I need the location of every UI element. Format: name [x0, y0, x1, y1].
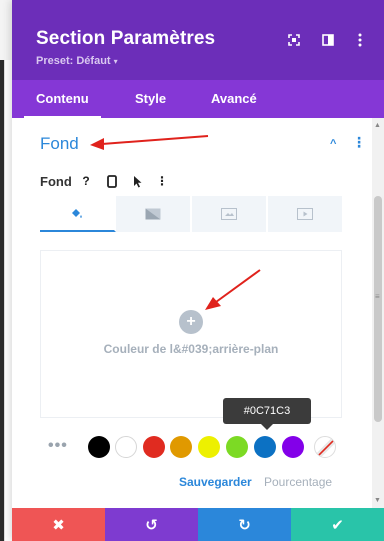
- split-view-icon[interactable]: [320, 32, 336, 48]
- chevron-up-icon[interactable]: ^: [330, 138, 336, 150]
- cancel-button[interactable]: ✖: [12, 508, 105, 541]
- modal-title: Section Paramètres: [36, 28, 216, 49]
- background-type-tabs: [40, 196, 342, 232]
- gradient-icon[interactable]: [116, 196, 192, 232]
- save-color-link[interactable]: Sauvegarder: [179, 475, 252, 489]
- redo-button[interactable]: ↻: [198, 508, 291, 541]
- page-backdrop-light-strip: [4, 60, 12, 541]
- scroll-up-icon[interactable]: ▲: [374, 122, 381, 129]
- swatch-yellow[interactable]: [198, 436, 220, 458]
- modal-header: Section Paramètres Preset: Défaut ▾: [12, 0, 384, 80]
- scroll-grip-icon: ≡: [375, 292, 380, 301]
- percentage-link[interactable]: Pourcentage: [264, 475, 332, 489]
- swatch-green[interactable]: [226, 436, 248, 458]
- swatch-blue[interactable]: [254, 436, 276, 458]
- paint-bucket-icon[interactable]: [40, 196, 116, 232]
- close-icon: ✖: [52, 516, 65, 534]
- settings-tabs: Contenu Style Avancé: [12, 80, 384, 118]
- image-icon[interactable]: [192, 196, 268, 232]
- section-more-icon[interactable]: ⋮: [352, 134, 366, 151]
- add-color-button[interactable]: +: [179, 310, 203, 334]
- swatch-red[interactable]: [143, 436, 165, 458]
- color-tooltip: #0C71C3: [223, 398, 311, 430]
- settings-content: Fond ^ ⋮ Fond ? ⋮ + Couleur de l&#039;ar…: [12, 118, 384, 508]
- swatch-white[interactable]: [115, 436, 137, 458]
- scroll-down-icon[interactable]: ▼: [374, 497, 381, 504]
- field-more-icon[interactable]: ⋮: [154, 172, 170, 190]
- modal-footer: ✖ ↺ ↻ ✔: [12, 508, 384, 541]
- expand-icon[interactable]: [286, 32, 302, 48]
- undo-icon: ↺: [145, 516, 158, 534]
- preset-selector[interactable]: Preset: Défaut ▾: [36, 55, 118, 67]
- page-backdrop: [0, 0, 12, 541]
- tab-avance[interactable]: Avancé: [211, 80, 257, 118]
- swatch-black[interactable]: [88, 436, 110, 458]
- content-scrollbar[interactable]: ▲ ≡ ▼: [372, 118, 384, 508]
- preset-label: Preset: Défaut: [36, 55, 111, 67]
- background-color-label: Couleur de l&#039;arrière-plan: [103, 342, 279, 356]
- swatch-orange[interactable]: [170, 436, 192, 458]
- settings-modal: Section Paramètres Preset: Défaut ▾ Conte…: [12, 0, 384, 541]
- tab-style[interactable]: Style: [135, 80, 166, 118]
- save-button[interactable]: ✔: [291, 508, 384, 541]
- undo-button[interactable]: ↺: [105, 508, 198, 541]
- help-icon[interactable]: ?: [78, 172, 94, 190]
- field-label: Fond: [40, 174, 72, 189]
- more-swatches-icon[interactable]: •••: [48, 437, 68, 455]
- check-icon: ✔: [331, 516, 344, 534]
- mobile-icon[interactable]: [104, 172, 120, 190]
- tab-contenu[interactable]: Contenu: [24, 80, 101, 118]
- caret-down-icon: ▾: [113, 57, 118, 66]
- video-icon[interactable]: [268, 196, 342, 232]
- more-vertical-icon[interactable]: [352, 32, 368, 48]
- hover-cursor-icon[interactable]: [130, 172, 146, 190]
- background-preview: [40, 250, 342, 418]
- scrollbar-thumb[interactable]: [374, 196, 382, 422]
- swatch-purple[interactable]: [282, 436, 304, 458]
- redo-icon: ↻: [238, 516, 251, 534]
- section-title[interactable]: Fond: [40, 134, 79, 154]
- no-color-swatch-icon[interactable]: [314, 436, 336, 458]
